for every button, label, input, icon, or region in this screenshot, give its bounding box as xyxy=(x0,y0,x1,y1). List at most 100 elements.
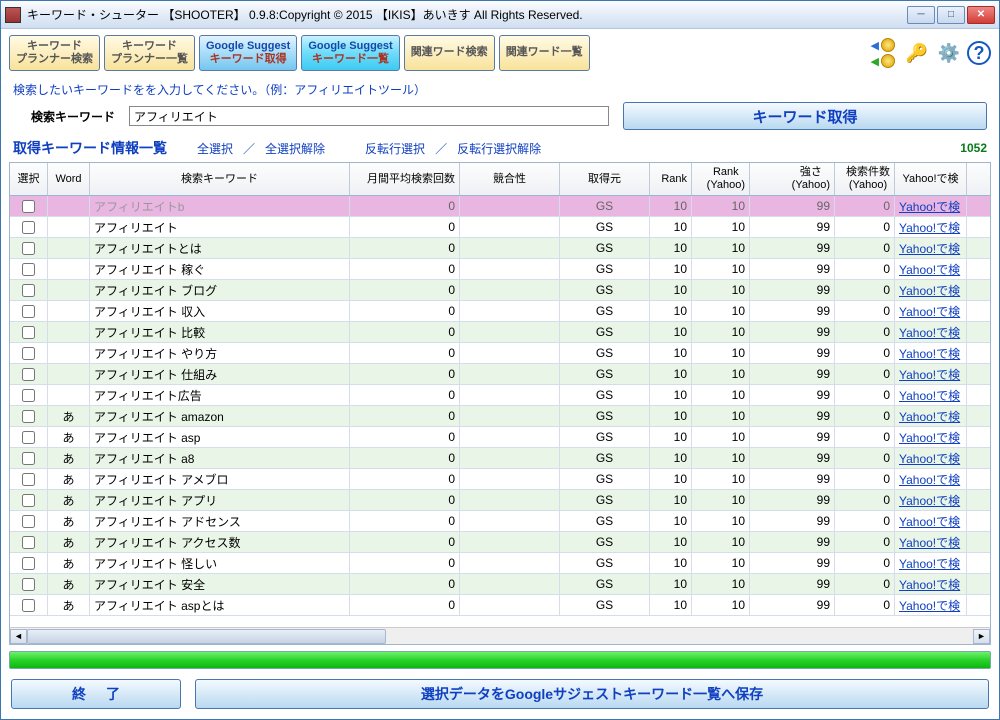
row-checkbox[interactable] xyxy=(10,259,48,279)
row-checkbox[interactable] xyxy=(10,595,48,615)
col-monthly[interactable]: 月間平均検索回数 xyxy=(350,163,460,195)
cell-yahoo-link[interactable]: Yahoo!で検 xyxy=(895,406,967,426)
table-row[interactable]: アフィリエイトとは0GS1010990Yahoo!で検 xyxy=(10,238,990,259)
col-count-yahoo[interactable]: 検索件数 (Yahoo) xyxy=(835,163,895,195)
col-word[interactable]: Word xyxy=(48,163,90,195)
row-checkbox[interactable] xyxy=(10,511,48,531)
cell-yahoo-link[interactable]: Yahoo!で検 xyxy=(895,280,967,300)
cell-monthly: 0 xyxy=(350,343,460,363)
get-keywords-button[interactable]: キーワード取得 xyxy=(623,102,987,130)
row-checkbox[interactable] xyxy=(10,469,48,489)
col-rank[interactable]: Rank xyxy=(650,163,692,195)
row-checkbox[interactable] xyxy=(10,238,48,258)
cell-yahoo-link[interactable]: Yahoo!で検 xyxy=(895,238,967,258)
cell-monthly: 0 xyxy=(350,406,460,426)
table-row[interactable]: アフィリエイト やり方0GS1010990Yahoo!で検 xyxy=(10,343,990,364)
cell-yahoo-link[interactable]: Yahoo!で検 xyxy=(895,364,967,384)
cell-yahoo-link[interactable]: Yahoo!で検 xyxy=(895,469,967,489)
cell-yahoo-link[interactable]: Yahoo!で検 xyxy=(895,301,967,321)
cell-yahoo-link[interactable]: Yahoo!で検 xyxy=(895,385,967,405)
table-row[interactable]: あアフィリエイト アメブロ0GS1010990Yahoo!で検 xyxy=(10,469,990,490)
coins-icon[interactable]: ◀ ◀ xyxy=(871,38,895,68)
toolbar-button-5[interactable]: 関連ワード一覧 xyxy=(499,35,590,71)
search-input[interactable] xyxy=(129,106,609,126)
cell-yahoo-link[interactable]: Yahoo!で検 xyxy=(895,490,967,510)
table-row[interactable]: アフィリエイト 稼ぐ0GS1010990Yahoo!で検 xyxy=(10,259,990,280)
cell-competition xyxy=(460,217,560,237)
row-checkbox[interactable] xyxy=(10,322,48,342)
table-row[interactable]: アフィリエイト 比較0GS1010990Yahoo!で検 xyxy=(10,322,990,343)
table-row[interactable]: アフィリエイト 収入0GS1010990Yahoo!で検 xyxy=(10,301,990,322)
row-checkbox[interactable] xyxy=(10,280,48,300)
toolbar-button-1[interactable]: キーワードプランナー一覧 xyxy=(104,35,195,71)
row-checkbox[interactable] xyxy=(10,343,48,363)
row-checkbox[interactable] xyxy=(10,427,48,447)
minimize-button[interactable]: ─ xyxy=(907,6,935,24)
cell-yahoo-link[interactable]: Yahoo!で検 xyxy=(895,532,967,552)
horizontal-scrollbar[interactable]: ◄ ► xyxy=(10,627,990,644)
col-competition[interactable]: 競合性 xyxy=(460,163,560,195)
row-checkbox[interactable] xyxy=(10,364,48,384)
table-row[interactable]: あアフィリエイト 怪しい0GS1010990Yahoo!で検 xyxy=(10,553,990,574)
table-row[interactable]: アフィリエイト広告0GS1010990Yahoo!で検 xyxy=(10,385,990,406)
row-checkbox[interactable] xyxy=(10,490,48,510)
table-row[interactable]: アフィリエイト 仕組み0GS1010990Yahoo!で検 xyxy=(10,364,990,385)
table-row[interactable]: あアフィリエイト amazon0GS1010990Yahoo!で検 xyxy=(10,406,990,427)
cell-yahoo-link[interactable]: Yahoo!で検 xyxy=(895,196,967,216)
cell-yahoo-link[interactable]: Yahoo!で検 xyxy=(895,511,967,531)
table-row[interactable]: あアフィリエイト アプリ0GS1010990Yahoo!で検 xyxy=(10,490,990,511)
cell-yahoo-link[interactable]: Yahoo!で検 xyxy=(895,553,967,573)
gear-icon[interactable]: ⚙️ xyxy=(935,39,963,67)
row-checkbox[interactable] xyxy=(10,196,48,216)
row-checkbox[interactable] xyxy=(10,406,48,426)
cell-yahoo-link[interactable]: Yahoo!で検 xyxy=(895,217,967,237)
toolbar-button-3[interactable]: Google Suggestキーワード一覧 xyxy=(301,35,399,71)
cell-yahoo-link[interactable]: Yahoo!で検 xyxy=(895,322,967,342)
table-row[interactable]: アフィリエイト0GS1010990Yahoo!で検 xyxy=(10,217,990,238)
select-all-link[interactable]: 全選択 xyxy=(197,140,233,157)
table-row[interactable]: アフィリエイト ブログ0GS1010990Yahoo!で検 xyxy=(10,280,990,301)
cell-yahoo-link[interactable]: Yahoo!で検 xyxy=(895,259,967,279)
col-select[interactable]: 選択 xyxy=(10,163,48,195)
col-yahoo-search[interactable]: Yahoo!で検 xyxy=(895,163,967,195)
keys-icon[interactable]: 🔑 xyxy=(903,39,931,67)
row-checkbox[interactable] xyxy=(10,574,48,594)
invert-select-link[interactable]: 反転行選択 xyxy=(365,140,425,157)
row-checkbox[interactable] xyxy=(10,385,48,405)
toolbar-button-2[interactable]: Google Suggestキーワード取得 xyxy=(199,35,297,71)
table-row[interactable]: アフィリエイトb0GS1010990Yahoo!で検 xyxy=(10,196,990,217)
deselect-all-link[interactable]: 全選択解除 xyxy=(265,140,325,157)
cell-yahoo-link[interactable]: Yahoo!で検 xyxy=(895,574,967,594)
table-row[interactable]: あアフィリエイト asp0GS1010990Yahoo!で検 xyxy=(10,427,990,448)
row-checkbox[interactable] xyxy=(10,553,48,573)
help-icon[interactable]: ? xyxy=(967,41,991,65)
table-row[interactable]: あアフィリエイト aspとは0GS1010990Yahoo!で検 xyxy=(10,595,990,616)
scroll-left-arrow[interactable]: ◄ xyxy=(10,629,27,644)
cell-yahoo-link[interactable]: Yahoo!で検 xyxy=(895,427,967,447)
exit-button[interactable]: 終了 xyxy=(11,679,181,709)
col-keyword[interactable]: 検索キーワード xyxy=(90,163,350,195)
close-button[interactable]: ✕ xyxy=(967,6,995,24)
scroll-right-arrow[interactable]: ► xyxy=(973,629,990,644)
cell-yahoo-link[interactable]: Yahoo!で検 xyxy=(895,448,967,468)
invert-deselect-link[interactable]: 反転行選択解除 xyxy=(457,140,541,157)
cell-yahoo-link[interactable]: Yahoo!で検 xyxy=(895,595,967,615)
table-row[interactable]: あアフィリエイト アドセンス0GS1010990Yahoo!で検 xyxy=(10,511,990,532)
row-checkbox[interactable] xyxy=(10,448,48,468)
col-source[interactable]: 取得元 xyxy=(560,163,650,195)
scroll-thumb[interactable] xyxy=(27,629,386,644)
toolbar-button-0[interactable]: キーワードプランナー検索 xyxy=(9,35,100,71)
row-checkbox[interactable] xyxy=(10,301,48,321)
save-button[interactable]: 選択データをGoogleサジェストキーワード一覧へ保存 xyxy=(195,679,989,709)
cell-yahoo-link[interactable]: Yahoo!で検 xyxy=(895,343,967,363)
table-row[interactable]: あアフィリエイト a80GS1010990Yahoo!で検 xyxy=(10,448,990,469)
toolbar-button-4[interactable]: 関連ワード検索 xyxy=(404,35,495,71)
col-rank-yahoo[interactable]: Rank (Yahoo) xyxy=(692,163,750,195)
col-strength-yahoo[interactable]: 強さ (Yahoo) xyxy=(750,163,835,195)
cell-monthly: 0 xyxy=(350,322,460,342)
row-checkbox[interactable] xyxy=(10,217,48,237)
row-checkbox[interactable] xyxy=(10,532,48,552)
table-row[interactable]: あアフィリエイト 安全0GS1010990Yahoo!で検 xyxy=(10,574,990,595)
table-row[interactable]: あアフィリエイト アクセス数0GS1010990Yahoo!で検 xyxy=(10,532,990,553)
maximize-button[interactable]: □ xyxy=(937,6,965,24)
